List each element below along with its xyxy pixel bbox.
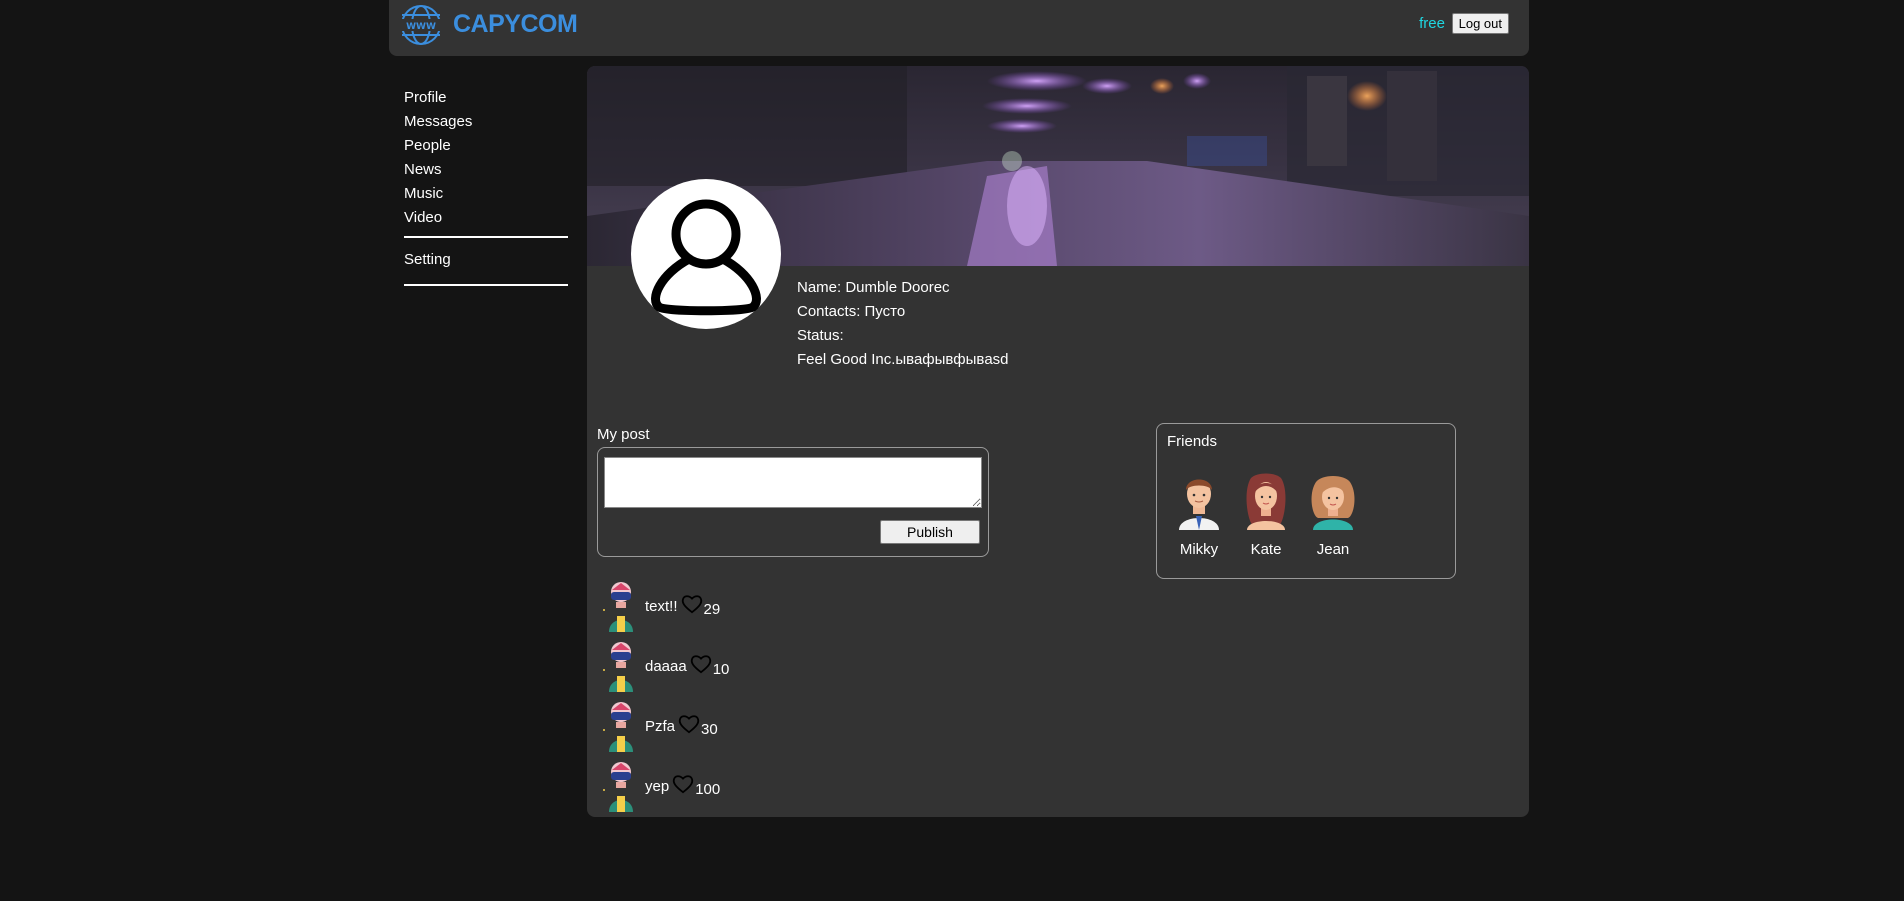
logo-text: CAPYCOM	[453, 10, 578, 38]
friend-name: Mikky	[1179, 541, 1219, 558]
header: WWW CAPYCOM free Log out	[389, 0, 1529, 56]
profile-avatar	[631, 179, 781, 329]
globe-logo-icon: WWW	[399, 5, 443, 45]
publish-button[interactable]: Publish	[880, 520, 980, 544]
post-text: daaaa	[645, 657, 687, 675]
post-item: daaaa 10	[601, 636, 729, 696]
logout-button[interactable]: Log out	[1451, 13, 1509, 34]
login-status: free	[1419, 15, 1445, 32]
sidebar-nav: Profile Messages People News Music Video…	[404, 88, 568, 298]
post-item: Pzfa 30	[601, 696, 729, 756]
sidebar-item-video[interactable]: Video	[404, 208, 568, 232]
heart-icon[interactable]	[690, 654, 712, 674]
post-text: Pzfa	[645, 717, 676, 735]
profile-info: Name: Dumble Doorec Contacts: Пусто Stat…	[797, 276, 1009, 372]
like-count: 10	[712, 660, 730, 678]
friend-avatar-icon	[1311, 476, 1355, 530]
post-list: text!! 29 daaaa 10 Pzfa 30 yep 100	[601, 576, 729, 816]
friend-name: Jean	[1316, 541, 1350, 558]
user-icon	[651, 199, 761, 316]
post-item: yep 100	[601, 756, 729, 816]
my-post-title: My post	[597, 426, 650, 443]
heart-icon[interactable]	[681, 594, 703, 614]
profile-status-label: Status:	[797, 327, 844, 344]
post-text: text!!	[645, 597, 678, 615]
profile-name: Name: Dumble Doorec	[797, 279, 950, 296]
sidebar-item-setting[interactable]: Setting	[404, 250, 568, 274]
friend-name: Kate	[1250, 541, 1282, 558]
post-item: text!! 29	[601, 576, 729, 636]
like-count: 29	[703, 600, 721, 618]
post-textarea[interactable]	[604, 457, 982, 508]
profile-contacts: Contacts: Пусто	[797, 303, 906, 320]
friend-item-kate[interactable]: Kate	[1236, 470, 1296, 558]
sidebar-item-people[interactable]: People	[404, 136, 568, 160]
post-text: yep	[645, 777, 670, 795]
post-avatar-icon	[603, 582, 633, 632]
friend-avatar-icon	[1179, 479, 1219, 530]
sidebar-item-music[interactable]: Music	[404, 184, 568, 208]
friend-avatar-icon	[1246, 473, 1286, 530]
post-avatar-icon	[603, 762, 633, 812]
friends-title: Friends	[1167, 433, 1218, 450]
svg-text:WWW: WWW	[406, 22, 436, 32]
profile-content: Name: Dumble Doorec Contacts: Пусто Stat…	[587, 66, 1529, 817]
heart-icon[interactable]	[678, 714, 700, 734]
profile-status-text[interactable]: Feel Good Inc.ывафывфывasd	[797, 348, 1009, 372]
post-form: Publish	[597, 447, 989, 557]
like-count: 30	[701, 720, 718, 738]
friends-panel: Friends Mikky Kate Jean	[1156, 423, 1456, 579]
sidebar-item-messages[interactable]: Messages	[404, 112, 568, 136]
nav-divider	[404, 236, 568, 238]
post-avatar-icon	[603, 702, 633, 752]
nav-divider	[404, 284, 568, 286]
friend-item-mikky[interactable]: Mikky	[1169, 470, 1229, 558]
sidebar-item-news[interactable]: News	[404, 160, 568, 184]
friend-item-jean[interactable]: Jean	[1303, 470, 1363, 558]
like-count: 100	[695, 780, 721, 798]
heart-icon[interactable]	[672, 774, 694, 794]
post-avatar-icon	[603, 642, 633, 692]
sidebar-item-profile[interactable]: Profile	[404, 88, 568, 112]
